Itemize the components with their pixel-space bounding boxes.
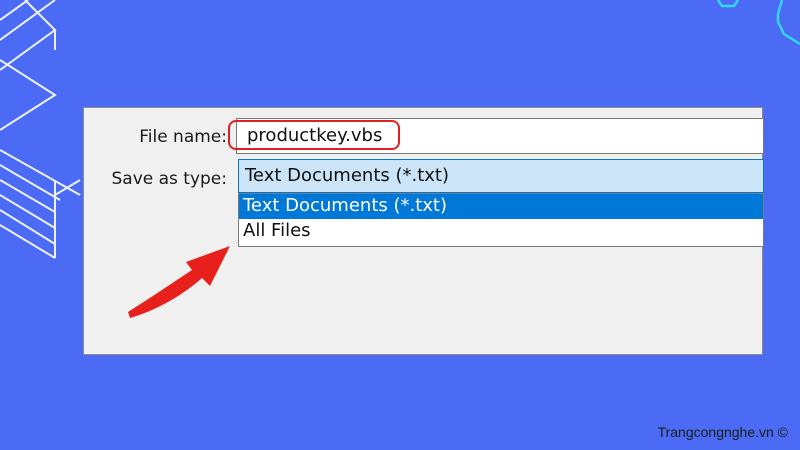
option-all-files[interactable]: All Files: [239, 219, 763, 244]
watermark-text: Trangcongnghe.vn ©: [657, 424, 788, 440]
red-highlight-oval: [228, 120, 400, 150]
save-dialog: File name: productkey.vbs Save as type: …: [83, 107, 764, 355]
option-text-documents[interactable]: Text Documents (*.txt): [239, 194, 763, 219]
save-as-type-label: Save as type:: [111, 169, 227, 189]
save-as-type-select[interactable]: Text Documents (*.txt): [238, 159, 764, 193]
save-as-type-dropdown-list: Text Documents (*.txt) All Files: [238, 193, 764, 247]
file-name-label: File name:: [139, 127, 227, 147]
